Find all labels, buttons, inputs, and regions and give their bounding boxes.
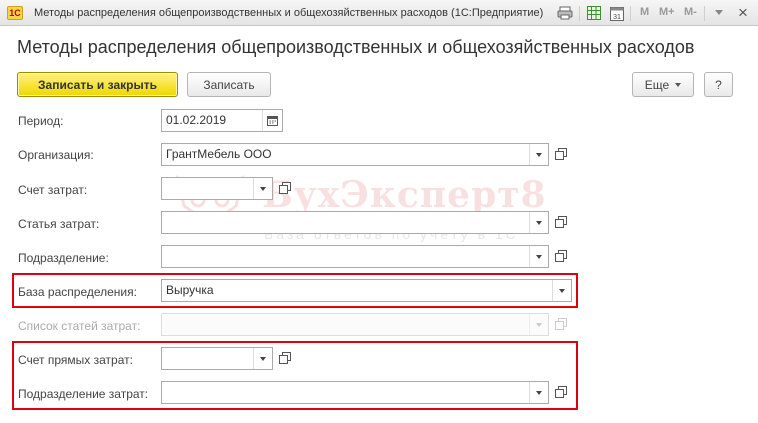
cost-items-list-label: Список статей затрат: <box>18 319 141 333</box>
open-cost-department-icon[interactable] <box>553 384 569 400</box>
chevron-down-icon <box>536 322 542 327</box>
watermark-title: БухЭксперт8 <box>262 174 547 216</box>
toolbar-divider <box>704 6 705 21</box>
department-dropdown-button[interactable] <box>529 246 548 267</box>
cost-account-field[interactable] <box>161 177 273 200</box>
cost-items-list-field <box>161 313 549 336</box>
chevron-down-icon <box>536 152 542 157</box>
close-window-icon[interactable]: × <box>733 3 753 23</box>
period-date-field[interactable]: 01.02.2019 <box>161 109 283 132</box>
chevron-down-icon <box>559 288 565 293</box>
organization-value: ГрантМебель ООО <box>166 147 272 161</box>
distribution-base-dropdown-button[interactable] <box>552 280 571 301</box>
direct-cost-account-field[interactable] <box>161 347 273 370</box>
save-button[interactable]: Записать <box>187 72 271 97</box>
toolbar-divider <box>579 6 580 21</box>
open-cost-account-icon[interactable] <box>277 180 293 196</box>
period-label: Период: <box>18 114 64 128</box>
chevron-down-icon <box>536 220 542 225</box>
help-button[interactable]: ? <box>704 72 733 97</box>
distribution-base-field[interactable]: Выручка <box>161 279 572 302</box>
open-direct-cost-account-icon[interactable] <box>277 350 293 366</box>
cost-account-label: Счет затрат: <box>18 183 88 197</box>
department-field[interactable] <box>161 245 549 268</box>
svg-text:31: 31 <box>613 14 621 21</box>
chevron-down-icon <box>536 390 542 395</box>
printer-icon[interactable] <box>557 5 573 21</box>
distribution-base-label: База распределения: <box>18 285 137 299</box>
app-logo-icon: 1С <box>7 6 23 20</box>
cost-department-field[interactable] <box>161 381 549 404</box>
memory-minus-button[interactable]: M- <box>684 6 697 18</box>
direct-cost-account-label: Счет прямых затрат: <box>18 353 133 367</box>
window-titlebar: 1С Методы распределения общепроизводстве… <box>0 0 758 26</box>
direct-cost-account-dropdown-button[interactable] <box>253 348 272 369</box>
page-title: Методы распределения общепроизводственны… <box>17 37 695 57</box>
cost-department-label: Подразделение затрат: <box>18 387 149 401</box>
cost-items-list-dropdown-button <box>529 314 548 335</box>
open-organization-icon[interactable] <box>553 146 569 162</box>
cost-item-label: Статья затрат: <box>18 217 100 231</box>
department-label: Подразделение: <box>18 251 109 265</box>
calendar-icon[interactable]: 31 <box>609 5 625 21</box>
organization-dropdown-button[interactable] <box>529 144 548 165</box>
cost-department-dropdown-button[interactable] <box>529 382 548 403</box>
more-menu-button[interactable]: Еще <box>632 72 694 97</box>
calendar-picker-icon[interactable] <box>262 110 282 131</box>
cost-account-dropdown-button[interactable] <box>253 178 272 199</box>
distribution-base-value: Выручка <box>166 283 214 297</box>
organization-label: Организация: <box>18 148 94 162</box>
organization-field[interactable]: ГрантМебель ООО <box>161 143 549 166</box>
chevron-down-icon <box>536 254 542 259</box>
spreadsheet-icon[interactable] <box>586 5 602 21</box>
chevron-down-icon <box>260 356 266 361</box>
open-cost-item-icon[interactable] <box>553 214 569 230</box>
open-department-icon[interactable] <box>553 248 569 264</box>
chevron-down-icon <box>260 186 266 191</box>
window-title: Методы распределения общепроизводственны… <box>34 7 544 19</box>
cost-item-dropdown-button[interactable] <box>529 212 548 233</box>
save-and-close-button[interactable]: Записать и закрыть <box>17 72 178 97</box>
memory-m-button[interactable]: M <box>640 6 649 18</box>
period-value: 01.02.2019 <box>166 113 227 127</box>
cost-item-field[interactable] <box>161 211 549 234</box>
open-cost-items-list-icon <box>553 316 569 332</box>
toolbar-divider <box>630 6 631 21</box>
chevron-down-icon <box>675 82 682 87</box>
memory-plus-button[interactable]: M+ <box>659 6 675 18</box>
menu-icon[interactable] <box>711 5 727 21</box>
